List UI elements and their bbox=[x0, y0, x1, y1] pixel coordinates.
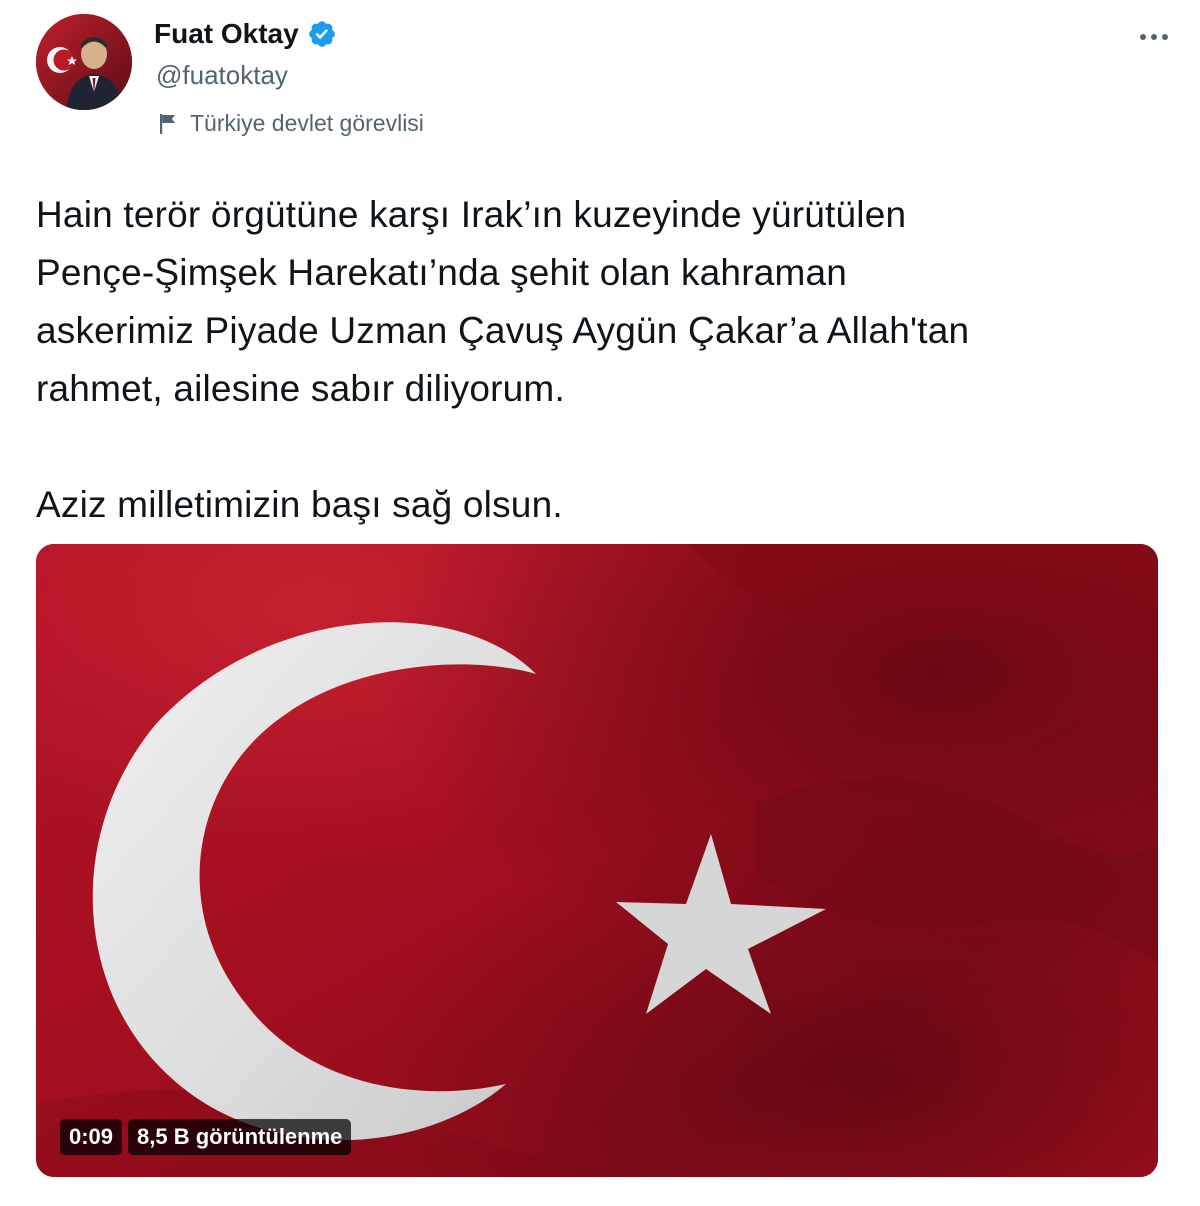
more-horizontal-icon bbox=[1140, 34, 1168, 40]
author-avatar[interactable] bbox=[36, 14, 132, 110]
video-overlay: 0:09 8,5 B görüntülenme bbox=[60, 1119, 352, 1155]
author-name-row: Fuat Oktay bbox=[154, 18, 337, 50]
tweet[interactable]: Fuat Oktay @fuatoktay Türkiye devlet gör… bbox=[0, 0, 1200, 1206]
video-view-count: 8,5 B görüntülenme bbox=[128, 1119, 352, 1155]
turkish-flag-video-frame bbox=[36, 544, 1158, 1177]
video-duration: 0:09 bbox=[60, 1119, 123, 1155]
flag-icon bbox=[158, 113, 178, 135]
avatar-image bbox=[36, 14, 132, 110]
author-handle[interactable]: @fuatoktay bbox=[156, 60, 288, 91]
verified-badge-icon bbox=[307, 19, 337, 49]
tweet-video[interactable]: 0:09 8,5 B görüntülenme bbox=[36, 544, 1158, 1177]
more-options-button[interactable] bbox=[1134, 22, 1174, 52]
affiliation-label-row[interactable]: Türkiye devlet görevlisi bbox=[158, 110, 424, 137]
affiliation-text: Türkiye devlet görevlisi bbox=[190, 110, 424, 136]
tweet-text: Hain terör örgütüne karşı Irak’ın kuzeyi… bbox=[36, 186, 1166, 534]
tweet-text-paragraph-2: Aziz milletimizin başı sağ olsun. bbox=[36, 484, 563, 525]
author-name[interactable]: Fuat Oktay bbox=[154, 18, 299, 50]
tweet-text-paragraph-1: Hain terör örgütüne karşı Irak’ın kuzeyi… bbox=[36, 194, 970, 409]
